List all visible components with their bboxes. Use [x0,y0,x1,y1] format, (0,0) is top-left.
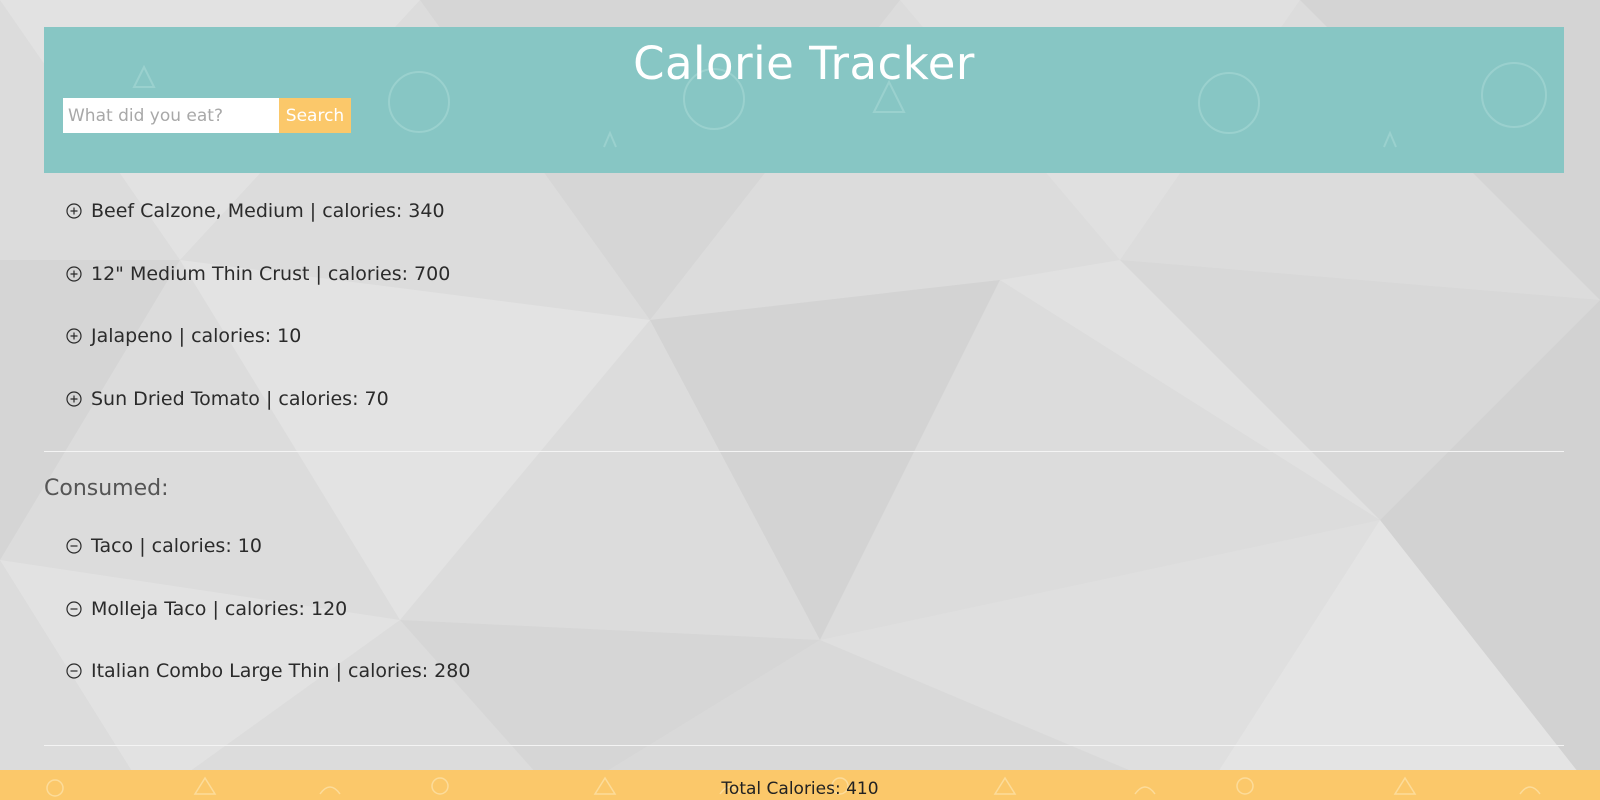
consumed-item[interactable]: Molleja Taco | calories: 120 [66,597,470,621]
app-title: Calorie Tracker [633,37,975,90]
total-footer: Total Calories: 410 [0,770,1600,800]
total-calories: Total Calories: 410 [721,779,879,799]
add-circle-icon[interactable] [66,328,82,344]
section-divider [44,451,1564,452]
consumed-item[interactable]: Taco | calories: 10 [66,534,470,558]
app-header: Calorie Tracker Search [44,27,1564,173]
search-results-list: Beef Calzone, Medium | calories: 340 12"… [66,199,450,449]
consumed-item[interactable]: Italian Combo Large Thin | calories: 280 [66,659,470,683]
result-item[interactable]: Jalapeno | calories: 10 [66,324,450,348]
add-circle-icon[interactable] [66,203,82,219]
consumed-item-label: Italian Combo Large Thin | calories: 280 [91,660,471,683]
consumed-item-label: Taco | calories: 10 [91,535,262,557]
consumed-heading: Consumed: [44,476,169,501]
remove-circle-icon[interactable] [66,600,82,617]
result-item-label: Jalapeno | calories: 10 [91,325,302,348]
consumed-item-label: Molleja Taco | calories: 120 [91,597,348,620]
search-button[interactable]: Search [279,98,351,133]
result-item-label: Sun Dried Tomato | calories: 70 [91,387,389,410]
result-item-label: 12" Medium Thin Crust | calories: 700 [91,262,451,285]
consumed-list: Taco | calories: 10 Molleja Taco | calor… [66,534,470,722]
section-divider [44,745,1564,746]
remove-circle-icon[interactable] [66,663,82,679]
add-circle-icon[interactable] [66,391,82,407]
result-item[interactable]: Beef Calzone, Medium | calories: 340 [66,199,450,223]
search-input[interactable] [63,98,279,133]
result-item-label: Beef Calzone, Medium | calories: 340 [91,200,445,222]
remove-circle-icon[interactable] [66,538,82,554]
result-item[interactable]: 12" Medium Thin Crust | calories: 700 [66,262,450,286]
add-circle-icon[interactable] [66,265,82,282]
result-item[interactable]: Sun Dried Tomato | calories: 70 [66,387,450,411]
search-bar: Search [63,98,351,133]
